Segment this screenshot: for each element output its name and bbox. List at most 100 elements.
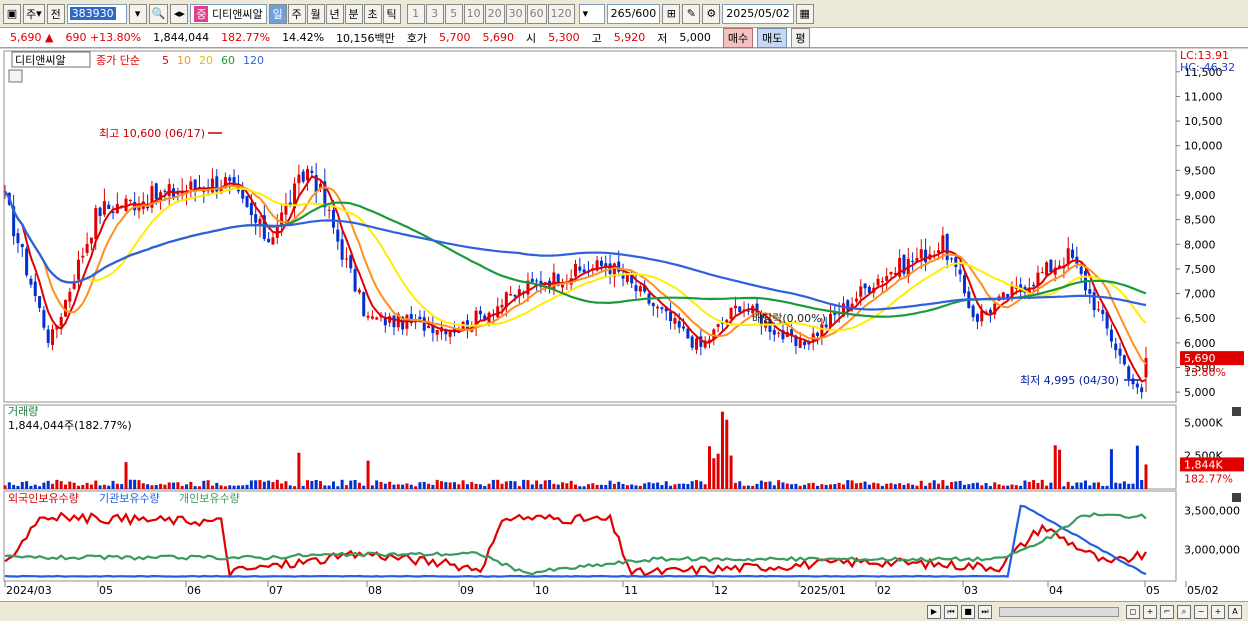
volume-bar: [422, 481, 426, 489]
candle-body: [357, 289, 361, 293]
interval-tab-5[interactable]: 5: [444, 3, 463, 24]
volume-bar: [38, 486, 42, 489]
volume-bar: [988, 486, 992, 489]
buy-button[interactable]: 매수: [722, 27, 754, 48]
volume-bar: [176, 482, 180, 489]
avg-button[interactable]: 평: [791, 27, 810, 48]
candle-body: [669, 311, 673, 322]
interval-tab-10[interactable]: 10: [463, 3, 484, 24]
volume-bar: [72, 482, 76, 489]
interval-tab-60[interactable]: 60: [526, 3, 547, 24]
volume-panel-frame: [3, 404, 1177, 490]
candle-body: [422, 317, 426, 331]
volume-bar: [807, 483, 811, 489]
candle-body: [530, 278, 534, 282]
volume-bar: [617, 481, 621, 489]
volume-bar: [841, 484, 845, 489]
x-tick-label: 04: [1049, 584, 1063, 597]
date-input[interactable]: 2025/05/02: [722, 3, 794, 24]
interval-tab-1[interactable]: 1: [406, 3, 425, 24]
candle-body: [1045, 262, 1049, 276]
volume-bar: [366, 460, 370, 489]
speaker-icon[interactable]: ◂▸: [170, 3, 189, 24]
stop-icon[interactable]: ■: [961, 604, 975, 619]
candle-body: [89, 237, 93, 244]
volume-bar: [764, 481, 768, 489]
volume-bar: [219, 485, 223, 489]
chart-area[interactable]: 11,500 11,000 10,500 10,000 9,500 9,000 8,500 8…: [0, 49, 1248, 601]
stock-name-label: 디티앤씨알: [211, 7, 263, 21]
interval-input[interactable]: ▾: [578, 3, 605, 24]
interval-tab-20[interactable]: 20: [484, 3, 505, 24]
holdings-legend-0: 외국인보유수량: [8, 492, 79, 505]
volume-bar: [452, 482, 456, 489]
volume-bar: [500, 483, 504, 489]
chart-svg[interactable]: 11,50011,00010,50010,0009,5009,0008,5008…: [0, 49, 1248, 601]
hoga-label: 호가: [406, 31, 428, 45]
volume-bar: [889, 483, 893, 489]
volume-bar: [1071, 485, 1075, 489]
volume-bar: [682, 483, 686, 489]
crosshair-icon[interactable]: +: [1143, 604, 1157, 619]
volume-bar: [362, 485, 366, 489]
period-tab-5[interactable]: 초: [363, 3, 382, 24]
search-icon[interactable]: 🔍: [148, 3, 169, 24]
period-tab-2[interactable]: 월: [306, 3, 325, 24]
volume-bar: [12, 484, 16, 489]
prev-button[interactable]: 전: [46, 3, 65, 24]
font-size-icon[interactable]: A: [1228, 604, 1242, 619]
volume-bar: [1019, 485, 1023, 489]
period-tab-0[interactable]: 일: [268, 3, 287, 24]
period-tab-4[interactable]: 분: [344, 3, 363, 24]
period-tab-3[interactable]: 년: [325, 3, 344, 24]
candle-body: [1118, 348, 1122, 356]
candle-body: [578, 266, 582, 271]
measure-icon[interactable]: ⌐: [1160, 604, 1174, 619]
chart-settings-icon[interactable]: ⊞: [662, 3, 681, 24]
volume-bar: [941, 480, 945, 489]
stock-code-input[interactable]: 383930: [66, 3, 127, 24]
scroll-right-icon[interactable]: ▶: [927, 604, 941, 619]
zoom-out-icon[interactable]: −: [1194, 604, 1208, 619]
gear-icon[interactable]: ⚙: [702, 3, 721, 24]
magnify-icon[interactable]: ⌕: [1177, 604, 1191, 619]
volume-bar: [262, 481, 266, 489]
interval-tab-30[interactable]: 30: [505, 3, 526, 24]
volume-bar: [180, 485, 184, 489]
volume-bar: [1045, 485, 1049, 489]
layout-icon[interactable]: ▣: [3, 3, 21, 24]
volume-bar: [755, 483, 759, 489]
volume-bar: [1101, 485, 1105, 489]
interval-tab-3[interactable]: 3: [425, 3, 444, 24]
period-tab-1[interactable]: 주: [287, 3, 306, 24]
volume-bar: [435, 479, 439, 489]
market-select[interactable]: 주 ▾: [23, 3, 45, 24]
candle-body: [85, 243, 89, 253]
sell-button[interactable]: 매도: [757, 27, 788, 48]
foreign-holdings-line: [4, 511, 1147, 579]
zoom-in-icon[interactable]: +: [1211, 604, 1225, 619]
volume-bar: [59, 481, 63, 489]
scroll-end-icon[interactable]: ⏭: [978, 604, 992, 619]
trade-amount: 10,156백만: [336, 31, 395, 45]
code-dropdown-icon[interactable]: ▾: [128, 3, 147, 24]
volume-bar: [478, 484, 482, 489]
volume-bar: [876, 483, 880, 489]
bar-count-input[interactable]: 265/600: [606, 3, 661, 24]
period-tab-6[interactable]: 틱: [382, 3, 401, 24]
candle-body: [1135, 383, 1139, 388]
calendar-icon[interactable]: ▦: [795, 3, 814, 24]
draw-tool-icon[interactable]: ✎: [682, 3, 701, 24]
volume-bar: [323, 485, 327, 489]
volume-bar: [798, 485, 802, 489]
volume-bar: [915, 485, 919, 489]
volume-bar: [254, 480, 258, 489]
volume-bar: [660, 485, 664, 489]
volume-bar: [46, 480, 50, 489]
chart-scrollbar[interactable]: [999, 606, 1119, 617]
interval-tab-120[interactable]: 120: [547, 3, 575, 24]
zoom-area-icon[interactable]: ◻: [1126, 604, 1140, 619]
scroll-start-icon[interactable]: ⏮: [944, 604, 958, 619]
volume-bar: [1027, 481, 1031, 489]
candle-body: [798, 339, 802, 348]
